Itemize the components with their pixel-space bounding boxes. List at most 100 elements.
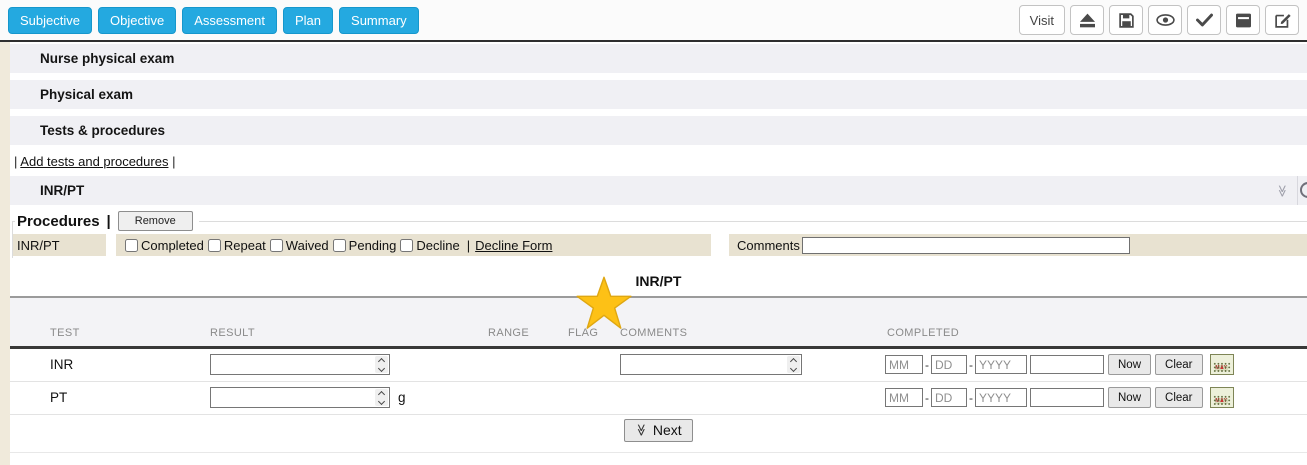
inr-time-input[interactable] [1030,355,1104,374]
table-row-pt: PT g - - Now Clear MAY [10,382,1307,415]
next-button[interactable]: ≫ Next [624,419,692,442]
procedure-name: INR/PT [13,234,106,256]
inr-month-input[interactable] [885,355,923,374]
pt-calendar-button[interactable]: MAY [1210,387,1234,408]
pipe: | [107,213,111,230]
pipe: | [14,154,17,169]
inr-result-input[interactable] [211,356,375,373]
bar-divider [1297,176,1298,205]
procedure-comments-input[interactable] [802,237,1130,254]
spinner-control[interactable] [787,356,800,373]
tab-subjective[interactable]: Subjective [8,7,92,34]
section-title: INR/PT [40,183,84,198]
pt-completed-group: - - Now Clear MAY [885,387,1234,408]
col-test: TEST [50,327,80,339]
toolbar-actions: Visit [1019,5,1299,35]
tab-plan[interactable]: Plan [283,7,333,34]
pipe: | [467,238,470,253]
left-margin-strip [0,42,10,465]
comments-label: Comments [737,238,800,253]
status-completed[interactable]: Completed [121,238,204,253]
checkbox-pending[interactable] [333,239,346,252]
view-button[interactable] [1148,5,1182,35]
eject-button[interactable] [1070,5,1104,35]
col-range: RANGE [488,327,529,339]
pt-day-input[interactable] [931,388,967,407]
spinner-control[interactable] [375,389,388,406]
compose-button[interactable] [1265,5,1299,35]
results-table-header: TEST RESULT RANGE FLAG COMMENTS COMPLETE… [10,298,1307,346]
table-row-inr: INR - - Now Clear [10,349,1307,382]
results-table: INR/PT TEST RESULT RANGE FLAG COMMENTS C… [10,273,1307,460]
pt-clear-button[interactable]: Clear [1155,387,1202,408]
unit-label: g [398,390,406,405]
add-tests-row: | Add tests and procedures | [14,154,1307,169]
top-toolbar: Subjective Objective Assessment Plan Sum… [0,0,1307,42]
status-repeat[interactable]: Repeat [204,238,266,253]
double-chevron-down-icon: ≫ [635,424,649,437]
section-tests-procedures[interactable]: Tests & procedures [10,116,1307,145]
date-separator: - [925,391,929,405]
pt-now-button[interactable]: Now [1108,387,1151,408]
inr-day-input[interactable] [931,355,967,374]
procedures-legend: Procedures | Remove [15,211,199,231]
note-content: Nurse physical exam Physical exam Tests … [10,44,1307,460]
results-table-title: INR/PT [10,273,1307,296]
checkbox-completed[interactable] [125,239,138,252]
save-icon [1118,12,1135,29]
bottom-rule [10,452,1307,460]
inr-comments-input[interactable] [621,356,787,373]
tab-summary[interactable]: Summary [339,7,419,34]
tab-objective[interactable]: Objective [98,7,176,34]
date-separator: - [969,358,973,372]
compose-icon [1274,12,1291,29]
save-button[interactable] [1109,5,1143,35]
status-pending[interactable]: Pending [329,238,397,253]
status-decline[interactable]: Decline [396,238,459,253]
page: Subjective Objective Assessment Plan Sum… [0,0,1307,465]
section-inrpt[interactable]: INR/PT ≫ [10,176,1307,205]
section-title: Tests & procedures [40,123,165,138]
inr-now-button[interactable]: Now [1108,354,1151,375]
section-physical-exam[interactable]: Physical exam [10,80,1307,109]
pt-time-input[interactable] [1030,388,1104,407]
soap-nav: Subjective Objective Assessment Plan Sum… [8,7,419,34]
add-tests-link[interactable]: Add tests and procedures [20,154,168,169]
checkbox-label: Decline [416,238,459,253]
col-result: RESULT [210,327,255,339]
test-name: PT [50,390,67,405]
checkbox-label: Completed [141,238,204,253]
section-nurse-physical-exam[interactable]: Nurse physical exam [10,44,1307,73]
pt-result-input[interactable] [211,389,375,406]
remove-button[interactable]: Remove [118,211,193,231]
checkbox-decline[interactable] [400,239,413,252]
procedures-title: Procedures [17,213,100,230]
visit-button[interactable]: Visit [1019,5,1065,35]
pt-year-input[interactable] [975,388,1027,407]
confirm-button[interactable] [1187,5,1221,35]
spinner-control[interactable] [375,356,388,373]
inr-comments-input-wrap [620,354,802,375]
inr-clear-button[interactable]: Clear [1155,354,1202,375]
next-row: ≫ Next [10,415,1307,445]
checkbox-label: Pending [349,238,397,253]
next-button-label: Next [653,422,682,438]
clipped-circle-icon [1300,182,1307,198]
pt-month-input[interactable] [885,388,923,407]
archive-button[interactable] [1226,5,1260,35]
procedures-fieldset: Procedures | Remove INR/PT Completed Rep… [12,211,1307,258]
inr-calendar-button[interactable]: MAY [1210,354,1234,375]
checkbox-label: Repeat [224,238,266,253]
status-waived[interactable]: Waived [266,238,329,253]
collapse-chevrons-icon[interactable]: ≫ [1276,185,1290,198]
decline-form-link[interactable]: Decline Form [475,238,552,253]
pt-result-input-wrap [210,387,390,408]
checkbox-repeat[interactable] [208,239,221,252]
eye-icon [1156,13,1175,27]
checkbox-waived[interactable] [270,239,283,252]
date-separator: - [969,391,973,405]
inr-year-input[interactable] [975,355,1027,374]
inr-result-input-wrap [210,354,390,375]
tab-assessment[interactable]: Assessment [182,7,277,34]
procedure-row: INR/PT Completed Repeat Waived [13,234,1307,256]
